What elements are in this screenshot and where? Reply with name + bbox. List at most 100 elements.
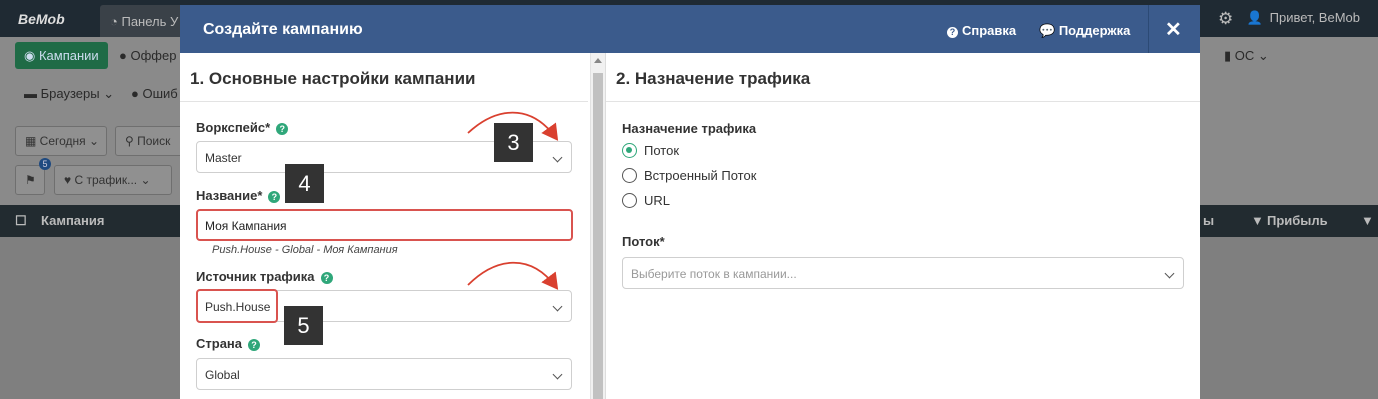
nav-browsers-button[interactable]: ▬ Браузеры ⌄ [15,80,123,107]
help-icon[interactable]: ? [276,123,289,135]
calendar-icon: ▦ [25,134,40,148]
offers-icon: ● [119,48,131,63]
scroll-up-arrow-icon[interactable] [594,58,602,63]
close-button[interactable]: ✕ [1165,17,1182,42]
workspace-value: Master [205,151,242,165]
help-icon[interactable]: ? [268,191,281,203]
topbar-user-area: ⚙ 👤 Привет, BeMob [1218,9,1360,29]
section-title-basic: 1. Основные настройки кампании [190,69,476,88]
country-label: Страна? [196,336,261,351]
search-placeholder: Поиск [137,134,171,148]
os-icon: ▮ [1224,48,1235,63]
flow-select[interactable]: Выберите поток в кампании... [622,257,1184,289]
chevron-down-icon: ⌄ [137,173,151,187]
tab-dashboard[interactable]: ◔ Панель У [100,5,190,37]
date-filter[interactable]: ▦ Сегодня ⌄ [15,126,107,156]
radio-option-label: Встроенный Поток [644,168,757,183]
app-logo: BeMob [18,11,65,27]
country-value: Global [205,368,240,382]
nav-errors-button[interactable]: ● Ошиб [122,80,187,107]
scrollbar-thumb[interactable] [593,73,603,399]
filter-count-badge: 5 [39,158,51,170]
workspace-label: Воркспейс*? [196,120,289,135]
campaign-name-value: Моя Кампания [205,219,287,233]
support-link[interactable]: 💬 Поддержка [1039,23,1130,39]
sort-icon[interactable]: ▼ [1361,213,1374,228]
user-greeting[interactable]: Привет, BeMob [1270,10,1360,25]
help-icon[interactable]: ? [248,339,261,351]
radio-checked-icon[interactable] [622,143,637,158]
create-campaign-modal: Создайте кампанию ? Справка 💬 Поддержка ✕… [180,5,1200,399]
traffic-filter-label: С трафик... [74,173,138,187]
user-icon: 👤 [1246,10,1264,25]
radio-option-url[interactable]: URL [622,193,670,208]
dashboard-icon: ◔ [110,14,122,29]
nav-browsers-label: Браузеры [40,86,100,101]
traffic-source-label: Источник трафика? [196,269,333,284]
chevron-down-icon [552,301,563,312]
col-partial[interactable]: ы [1203,213,1214,228]
col-profit[interactable]: Прибыль [1267,213,1328,228]
country-label-text: Страна [196,336,243,351]
date-filter-label: Сегодня [39,134,86,148]
search-icon: ⚲ [125,134,138,148]
tab-dashboard-label: Панель У [121,14,179,29]
flag-button[interactable]: ⚑ [15,165,45,195]
flag-icon: ⚑ [25,173,36,187]
nav-os-button[interactable]: ▮ ОС ⌄ [1215,42,1278,69]
chevron-down-icon: ⌄ [1254,48,1269,63]
modal-title: Создайте кампанию [203,21,363,38]
support-link-label: Поддержка [1058,23,1131,38]
country-select[interactable]: Global [196,358,572,390]
radio-option-embedded-flow[interactable]: Встроенный Поток [622,168,756,183]
help-icon[interactable]: ? [320,272,333,284]
section-divider [606,101,1200,102]
radio-icon[interactable] [622,168,637,183]
section-title-destination: 2. Назначение трафика [616,69,811,88]
chevron-down-icon [552,369,563,380]
chevron-down-icon [552,152,563,163]
chat-icon: 💬 [1039,23,1059,38]
destination-label: Назначение трафика [622,121,757,136]
heart-pulse-icon: ♥ [64,173,75,187]
nav-offers-label: Оффер [130,48,177,63]
basic-settings-panel: 1. Основные настройки кампании Воркспейс… [180,53,588,399]
traffic-destination-panel: 2. Назначение трафика Назначение трафика… [605,53,1200,399]
nav-campaigns-button[interactable]: ◉ Кампании [15,42,108,69]
gear-icon[interactable]: ⚙ [1218,9,1233,29]
chevron-down-icon: ⌄ [85,134,100,148]
col-campaign[interactable]: Кампания [41,213,104,228]
campaign-name-input[interactable]: Моя Кампания [196,209,573,241]
step-marker-3: 3 [494,123,533,162]
name-label-text: Название* [196,188,263,203]
search-input[interactable]: ⚲ Поиск [115,126,185,156]
help-link[interactable]: ? Справка [947,23,1016,38]
sort-icon[interactable]: ▼ [1251,213,1264,228]
nav-offers-button[interactable]: ● Оффер [110,42,185,69]
select-all-checkbox[interactable]: ☐ [15,213,27,229]
chevron-down-icon: ⌄ [99,86,115,101]
radio-option-label: URL [644,193,671,208]
section-divider [180,101,588,102]
traffic-filter[interactable]: ♥ С трафик... ⌄ [54,165,172,195]
workspace-label-text: Воркспейс* [196,120,271,135]
help-link-label: Справка [962,23,1017,38]
chevron-down-icon [1164,268,1175,279]
browsers-icon: ▬ [24,86,41,101]
campaigns-icon: ◉ [24,48,39,63]
flow-label: Поток* [622,234,665,249]
radio-option-label: Поток [644,143,680,158]
question-icon: ? [947,27,958,38]
radio-icon[interactable] [622,193,637,208]
traffic-source-highlight [196,289,278,323]
modal-header: Создайте кампанию ? Справка 💬 Поддержка ✕ [180,5,1200,53]
error-icon: ● [131,86,143,101]
nav-errors-label: Ошиб [142,86,178,101]
nav-campaigns-label: Кампании [38,48,99,63]
nav-os-label: ОС [1234,48,1255,63]
step-marker-4: 4 [285,164,324,203]
name-label: Название*? [196,188,281,203]
campaign-name-hint: Push.House - Global - Моя Кампания [212,244,398,256]
traffic-source-label-text: Источник трафика [196,269,315,284]
radio-option-flow[interactable]: Поток [622,143,679,158]
